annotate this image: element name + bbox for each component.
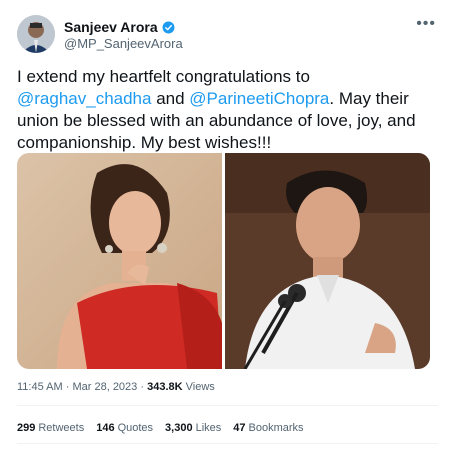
retweets-count: 299 xyxy=(17,422,36,434)
retweets-label: Retweets xyxy=(38,422,85,434)
author-name[interactable]: Sanjeev Arora xyxy=(64,19,158,35)
bookmarks-count: 47 xyxy=(233,422,246,434)
mention-link[interactable]: @raghav_chadha xyxy=(17,89,151,108)
tweet-text-part: and xyxy=(151,89,190,108)
tweet-time[interactable]: 11:45 AM xyxy=(17,381,63,393)
mention-link[interactable]: @ParineetiChopra xyxy=(189,89,329,108)
quotes-label: Quotes xyxy=(117,422,154,434)
media-photo-left[interactable] xyxy=(17,153,222,369)
likes-count: 3,300 xyxy=(165,422,193,434)
author-avatar[interactable] xyxy=(17,15,55,53)
divider xyxy=(17,443,438,444)
likes-stat[interactable]: 3,300 Likes xyxy=(165,422,221,434)
tweet-date[interactable]: Mar 28, 2023 xyxy=(72,381,137,393)
bookmarks-label: Bookmarks xyxy=(248,422,304,434)
bookmarks-stat[interactable]: 47 Bookmarks xyxy=(233,422,303,434)
quotes-stat[interactable]: 146 Quotes xyxy=(96,422,153,434)
retweets-stat[interactable]: 299 Retweets xyxy=(17,422,84,434)
tweet-text-part: I extend my heartfelt congratulations to xyxy=(17,67,310,86)
divider xyxy=(17,405,438,406)
tweet-media[interactable] xyxy=(17,153,430,369)
tweet-text: I extend my heartfelt congratulations to… xyxy=(17,66,437,154)
views-count: 343.8K xyxy=(147,381,183,393)
meta-separator: · xyxy=(65,381,70,393)
author-handle[interactable]: @MP_SanjeevArora xyxy=(64,36,183,51)
likes-label: Likes xyxy=(195,422,222,434)
media-photo-right[interactable] xyxy=(225,153,430,369)
verified-badge-icon xyxy=(162,21,175,33)
person-avatar-icon xyxy=(17,15,55,53)
views-label: Views xyxy=(185,381,215,393)
engagement-stats: 299 Retweets 146 Quotes 3,300 Likes 47 Bookm… xyxy=(17,422,304,434)
meta-separator: · xyxy=(140,381,145,393)
tweet-card: Sanjeev Arora @MP_SanjeevArora ••• I ext… xyxy=(6,5,446,445)
ellipsis-icon[interactable]: ••• xyxy=(416,15,436,33)
quotes-count: 146 xyxy=(96,422,115,434)
tweet-meta: 11:45 AM · Mar 28, 2023 · 343.8K Views xyxy=(17,381,215,393)
